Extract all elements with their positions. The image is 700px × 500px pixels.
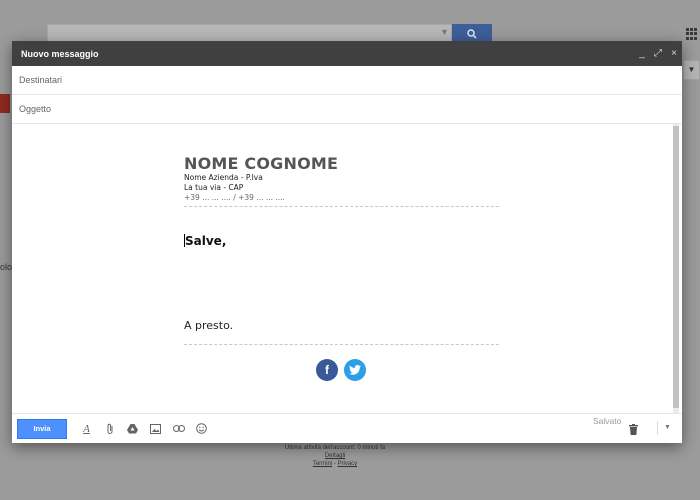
greeting-label: Salve, bbox=[185, 234, 227, 248]
privacy-link[interactable]: Privacy bbox=[338, 461, 358, 467]
details-link[interactable]: Dettagli bbox=[250, 452, 420, 460]
signature-name: NOME COGNOME bbox=[184, 154, 339, 173]
formatting-icon[interactable]: A bbox=[75, 419, 98, 439]
attach-icon[interactable] bbox=[98, 419, 121, 439]
search-icon bbox=[467, 29, 477, 39]
terms-link[interactable]: Termini bbox=[313, 461, 332, 467]
saved-status: Salvato bbox=[593, 416, 622, 426]
emoji-icon[interactable] bbox=[190, 419, 213, 439]
compose-toolbar: Invia A Salvato ▼ bbox=[12, 413, 682, 443]
insert-link-icon[interactable] bbox=[167, 419, 190, 439]
social-links: f bbox=[316, 359, 366, 381]
message-body[interactable]: NOME COGNOME Nome Azienda - P.Iva La tua… bbox=[12, 124, 682, 413]
more-options-icon[interactable]: ▼ bbox=[657, 421, 671, 435]
recipients-placeholder: Destinatari bbox=[19, 75, 63, 85]
closing-text: A presto. bbox=[184, 319, 234, 332]
close-icon[interactable]: × bbox=[666, 48, 682, 59]
subject-field[interactable]: Oggetto bbox=[12, 95, 682, 124]
signature-address: La tua via - CAP bbox=[184, 183, 244, 192]
compose-title: Nuovo messaggio bbox=[21, 48, 99, 59]
recipients-field[interactable]: Destinatari bbox=[12, 66, 682, 95]
scrollbar-thumb[interactable] bbox=[673, 126, 679, 408]
closing-divider bbox=[184, 344, 499, 345]
apps-grid-icon[interactable] bbox=[686, 28, 698, 40]
body-scrollbar[interactable] bbox=[673, 124, 679, 413]
drive-icon[interactable] bbox=[121, 419, 144, 439]
subject-placeholder: Oggetto bbox=[19, 104, 52, 114]
send-button[interactable]: Invia bbox=[17, 418, 67, 439]
compose-titlebar[interactable]: Nuovo messaggio _ ⤢ × bbox=[12, 41, 682, 66]
discard-icon[interactable] bbox=[629, 422, 638, 440]
minimize-icon[interactable]: _ bbox=[634, 48, 650, 59]
greeting-text: Salve, bbox=[184, 234, 226, 248]
search-options-icon[interactable]: ▼ bbox=[440, 27, 449, 37]
compose-button[interactable] bbox=[0, 94, 10, 113]
footer: Ultima attività dell'account: 0 minuti f… bbox=[250, 444, 420, 468]
insert-photo-icon[interactable] bbox=[144, 419, 167, 439]
facebook-icon[interactable]: f bbox=[316, 359, 338, 381]
settings-dropdown[interactable]: ▼ bbox=[683, 60, 700, 80]
signature-phones: +39 ... ... .... / +39 ... ... .... bbox=[184, 193, 285, 202]
signature-block: NOME COGNOME Nome Azienda - P.Iva La tua… bbox=[184, 154, 499, 207]
signature-divider bbox=[184, 206, 499, 207]
compose-window: Nuovo messaggio _ ⤢ × Destinatari Oggett… bbox=[12, 41, 682, 443]
twitter-icon[interactable] bbox=[344, 359, 366, 381]
expand-icon[interactable]: ⤢ bbox=[650, 48, 666, 59]
signature-company: Nome Azienda - P.Iva bbox=[184, 173, 263, 182]
last-activity-text: Ultima attività dell'account: 0 minuti f… bbox=[284, 445, 386, 451]
